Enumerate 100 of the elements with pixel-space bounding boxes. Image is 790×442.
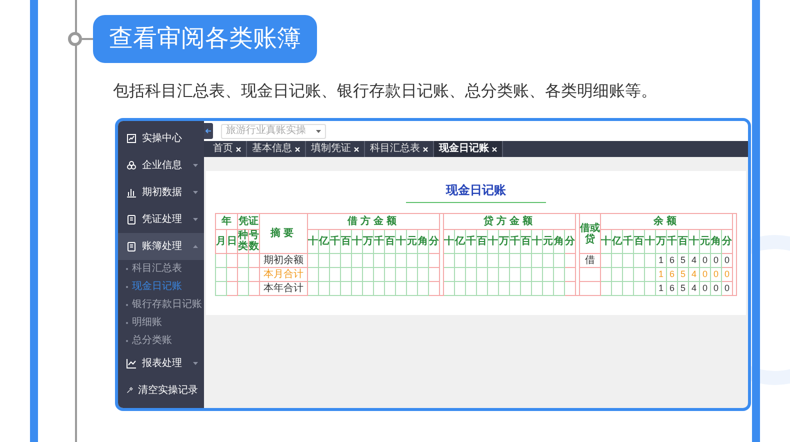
- sidebar-item[interactable]: 实操中心: [118, 125, 204, 152]
- sidebar-item[interactable]: 清空实操记录: [118, 377, 204, 404]
- unit-text: 千: [330, 236, 340, 247]
- caret-icon: [193, 218, 198, 221]
- digit-text: 0: [724, 255, 730, 265]
- line-chart-icon: [126, 358, 137, 369]
- unit-text: 十: [689, 236, 699, 247]
- unit-text: 十: [352, 236, 362, 247]
- unit-text: 百: [521, 236, 531, 247]
- unit-text: 千: [623, 236, 633, 247]
- unit-text: 亿: [612, 236, 622, 247]
- tab[interactable]: 首页: [208, 141, 247, 157]
- tab[interactable]: 基本信息: [247, 141, 306, 157]
- digit-text: 5: [680, 283, 686, 293]
- tab[interactable]: 现金日记账: [434, 141, 503, 157]
- sidebar-item[interactable]: 企业信息: [118, 152, 204, 179]
- unit-text: 千: [374, 236, 384, 247]
- digit-text: 4: [691, 255, 696, 265]
- caret-icon: [193, 245, 198, 248]
- direction-text: 借: [585, 255, 595, 266]
- unit-text: 万: [499, 236, 509, 247]
- digit-text: 0: [724, 269, 730, 279]
- unit-text: 十: [396, 236, 406, 247]
- unit-text: 百: [678, 236, 688, 247]
- description-text: 包括科目汇总表、现金日记账、银行存款日记账、总分类账、各类明细账等。: [113, 82, 658, 102]
- summary-text: 本月合计: [264, 269, 304, 280]
- digit-text: 6: [669, 283, 674, 293]
- digit-text: 1: [658, 255, 664, 265]
- sidebar-item[interactable]: 报表处理: [118, 350, 204, 377]
- caret-icon: [316, 130, 321, 132]
- collapse-button[interactable]: [204, 123, 213, 139]
- caret-icon: [193, 191, 198, 194]
- close-icon[interactable]: [236, 146, 241, 152]
- document-icon: [126, 241, 137, 252]
- caret-icon: [193, 164, 198, 167]
- summary-text: 期初余额: [264, 255, 304, 266]
- digit-text: 0: [702, 269, 708, 279]
- header-text: 月: [216, 236, 226, 247]
- digit-text: 0: [713, 283, 718, 293]
- document-icon: [126, 214, 137, 225]
- ledger-title: 现金日记账: [406, 181, 546, 203]
- sidebar-item[interactable]: 期初数据: [118, 179, 204, 206]
- digit-text: 6: [669, 255, 674, 265]
- digit-text: 5: [680, 255, 686, 265]
- submenu-item[interactable]: 科目汇总表: [118, 260, 204, 278]
- sidebar-item[interactable]: 凭证处理: [118, 206, 204, 233]
- unit-text: 千: [466, 236, 476, 247]
- header-text: 种类: [238, 230, 248, 252]
- header-text: 借或贷: [580, 222, 600, 244]
- submenu-item[interactable]: 明细账: [118, 314, 204, 332]
- digit-text: 0: [724, 283, 730, 293]
- unit-text: 千: [510, 236, 520, 247]
- submenu-item[interactable]: 银行存款日记账: [118, 296, 204, 314]
- unit-text: 万: [363, 236, 373, 247]
- digit-text: 6: [669, 269, 674, 279]
- close-icon[interactable]: [295, 146, 300, 152]
- caret-icon: [193, 362, 198, 365]
- digit-text: 5: [680, 269, 686, 279]
- unit-text: 百: [341, 236, 351, 247]
- close-icon[interactable]: [354, 146, 359, 152]
- header-text: 年: [222, 216, 232, 227]
- digit-text: 4: [691, 269, 696, 279]
- unit-text: 十: [444, 236, 454, 247]
- digit-text: 0: [713, 255, 718, 265]
- digit-text: 0: [702, 255, 708, 265]
- header-text: 号数: [249, 230, 259, 252]
- digit-text: 0: [713, 269, 718, 279]
- clipboard-icon: [126, 133, 137, 144]
- header-text: 贷方金额: [484, 216, 536, 227]
- unit-text: 元: [407, 236, 417, 247]
- unit-text: 十: [488, 236, 498, 247]
- unit-text: 元: [543, 236, 553, 247]
- arrow-left-icon: [205, 128, 212, 134]
- unit-text: 十: [532, 236, 542, 247]
- header-text: 摘要: [270, 228, 296, 239]
- unit-text: 分: [429, 236, 439, 247]
- digit-text: 1: [658, 283, 664, 293]
- close-icon[interactable]: [423, 146, 428, 152]
- submenu-item[interactable]: 总分类账: [118, 332, 204, 350]
- unit-text: 千: [667, 236, 677, 247]
- close-icon[interactable]: [492, 146, 497, 152]
- unit-text: 亿: [319, 236, 329, 247]
- unit-text: 角: [711, 236, 721, 247]
- unit-text: 分: [722, 236, 732, 247]
- unit-text: 十: [645, 236, 655, 247]
- unit-text: 万: [656, 236, 666, 247]
- sidebar-item[interactable]: 账簿处理: [118, 233, 204, 260]
- summary-text: 本年合计: [264, 283, 304, 294]
- unit-text: 十: [601, 236, 611, 247]
- header-text: 借方金额: [348, 216, 400, 227]
- unit-text: 百: [385, 236, 395, 247]
- header-text: 凭证: [238, 216, 258, 227]
- unit-text: 百: [634, 236, 644, 247]
- circles-icon: [126, 160, 137, 171]
- unit-text: 亿: [455, 236, 465, 247]
- digit-text: 4: [691, 283, 696, 293]
- unit-text: 角: [418, 236, 428, 247]
- unit-text: 元: [700, 236, 710, 247]
- unit-text: 分: [565, 236, 575, 247]
- tab[interactable]: 填制凭证: [306, 141, 365, 157]
